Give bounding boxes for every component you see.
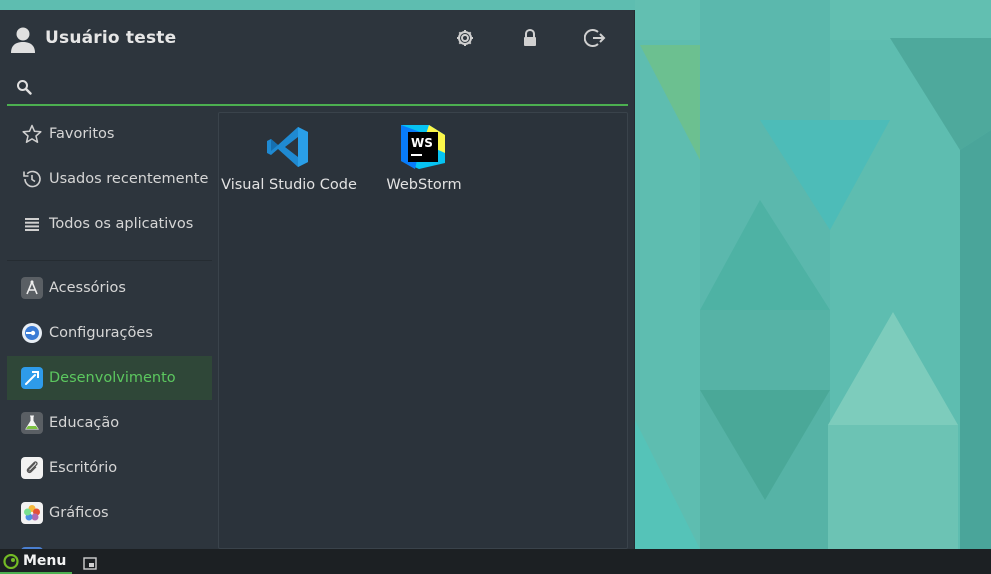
sidebar-item-educacao[interactable]: Educação [7, 401, 212, 445]
application-menu: Usuário teste Favoritos Usados recenteme… [0, 10, 635, 549]
app-label: WebStorm [386, 177, 462, 193]
sidebar-item-label: Desenvolvimento [49, 370, 176, 386]
user-icon [10, 26, 36, 54]
sidebar-item-label: Favoritos [49, 126, 115, 142]
settings-icon [457, 30, 473, 46]
lock-screen-button[interactable] [518, 26, 542, 50]
logout-icon [584, 29, 606, 47]
sidebar-item-label: Educação [49, 415, 120, 431]
sidebar-item-label: Usados recentemente [49, 171, 209, 187]
settings-category-icon [21, 322, 43, 344]
svg-text:WS: WS [411, 136, 433, 150]
sidebar-item-graficos[interactable]: Gráficos [7, 491, 212, 535]
sidebar-item-label: Escritório [49, 460, 118, 476]
category-sidebar: Favoritos Usados recentemente Todos os a… [7, 110, 212, 549]
taskbar: Menu [0, 549, 991, 574]
search-bar [7, 70, 628, 106]
opensuse-logo-icon [3, 554, 19, 569]
app-tile-webstorm[interactable]: WS WebStorm [354, 113, 484, 213]
app-tile-vscode[interactable]: Visual Studio Code [219, 113, 357, 213]
logout-button[interactable] [583, 26, 607, 50]
star-icon [21, 123, 43, 145]
sidebar-divider [7, 260, 212, 261]
list-icon [21, 213, 43, 235]
sidebar-item-acessorios[interactable]: Acessórios [7, 266, 212, 310]
history-icon [21, 168, 43, 190]
search-input[interactable] [41, 74, 621, 102]
show-desktop-icon [83, 557, 97, 570]
sidebar-item-favoritos[interactable]: Favoritos [7, 112, 212, 156]
sidebar-item-label: Gráficos [49, 505, 109, 521]
sidebar-item-desenvolvimento[interactable]: Desenvolvimento [7, 356, 212, 400]
office-icon [21, 457, 43, 479]
sidebar-item-escritorio[interactable]: Escritório [7, 446, 212, 490]
settings-button[interactable] [453, 26, 477, 50]
accessories-icon [21, 277, 43, 299]
sidebar-item-label: Configurações [49, 325, 153, 341]
graphics-icon [21, 502, 43, 524]
sidebar-item-label: Todos os aplicativos [49, 216, 194, 232]
sidebar-item-configuracoes[interactable]: Configurações [7, 311, 212, 355]
education-icon [21, 412, 43, 434]
apps-grid: Visual Studio Code WS WebStorm [218, 112, 628, 549]
sidebar-item-next-partial[interactable] [7, 536, 212, 549]
development-icon [21, 367, 43, 389]
show-desktop-button[interactable] [83, 555, 97, 570]
sidebar-item-all-apps[interactable]: Todos os aplicativos [7, 202, 212, 246]
taskbar-menu-button[interactable]: Menu [0, 549, 72, 574]
sidebar-item-recent[interactable]: Usados recentemente [7, 157, 212, 201]
lock-icon [524, 29, 536, 46]
sidebar-item-label: Acessórios [49, 280, 126, 296]
webstorm-icon: WS [401, 125, 445, 169]
vscode-icon [267, 127, 308, 167]
taskbar-menu-label: Menu [23, 553, 67, 569]
user-name[interactable]: Usuário teste [45, 28, 176, 48]
app-label: Visual Studio Code [221, 177, 357, 193]
menu-header: Usuário teste [0, 10, 635, 70]
search-icon [17, 80, 32, 95]
